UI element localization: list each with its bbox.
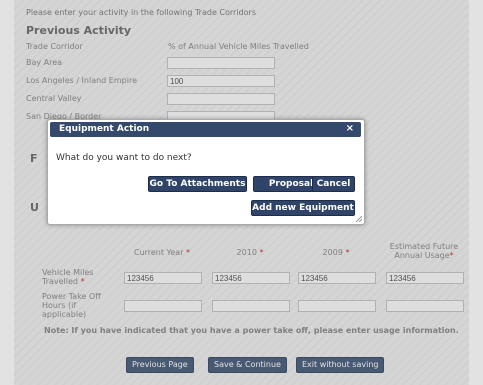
equipment-action-dialog: Equipment Action × What do you want to d… [47,119,365,225]
corridor-percent-input[interactable] [167,93,275,105]
resize-grip-icon[interactable] [356,216,362,222]
vehicle-miles-label: Vehicle Miles Travelled * [42,268,94,286]
corridor-label: Bay Area [26,58,63,67]
vehicle-miles-current-year-input[interactable] [124,272,202,284]
vehicle-miles-2009-input[interactable] [298,272,376,284]
form-intro: Please enter your activity in the follow… [26,8,256,17]
corridor-label: Central Valley [26,94,82,103]
dialog-message: What do you want to do next? [56,153,192,163]
previous-activity-title: Previous Activity [26,24,132,37]
pto-2009-input[interactable] [298,300,376,312]
go-to-attachments-button[interactable]: Go To Attachments [148,176,247,192]
column-header-future-usage: Estimated Future Annual Usage* [389,242,459,260]
corridor-label: Los Angeles / Inland Empire [26,76,137,85]
add-new-equipment-button[interactable]: Add new Equipment [251,200,355,216]
pto-current-year-input[interactable] [124,300,202,312]
percent-column-header: % of Annual Vehicle Miles Travelled [168,42,309,51]
column-header-2009: 2009 * [322,248,350,257]
dialog-titlebar[interactable]: Equipment Action × [50,122,361,137]
cancel-button[interactable]: Cancel [312,176,355,192]
previous-page-button[interactable]: Previous Page [126,357,194,373]
close-icon[interactable]: × [346,123,354,134]
section-heading-fragment: F [30,152,38,165]
pto-hours-label: Power Take Off Hours (if applicable) [42,292,101,319]
column-header-2010: 2010 * [236,248,264,257]
dialog-title: Equipment Action [59,124,150,134]
column-header-current-year: Current Year * [133,248,191,257]
corridor-percent-input[interactable] [167,57,275,69]
save-continue-button[interactable]: Save & Continue [208,357,287,373]
corridor-column-header: Trade Corridor [26,42,83,51]
pto-2010-input[interactable] [212,300,290,312]
corridor-row: Bay Area [26,57,286,69]
corridor-row: Central Valley [26,93,286,105]
exit-without-saving-button[interactable]: Exit without saving [296,357,385,373]
section-heading-fragment: U [30,201,39,214]
pto-future-input[interactable] [386,300,464,312]
vehicle-miles-future-input[interactable] [386,272,464,284]
corridor-row: Los Angeles / Inland Empire [26,75,286,87]
vehicle-miles-2010-input[interactable] [212,272,290,284]
corridor-percent-input[interactable] [167,75,275,87]
pto-note: Note: If you have indicated that you hav… [44,326,459,335]
